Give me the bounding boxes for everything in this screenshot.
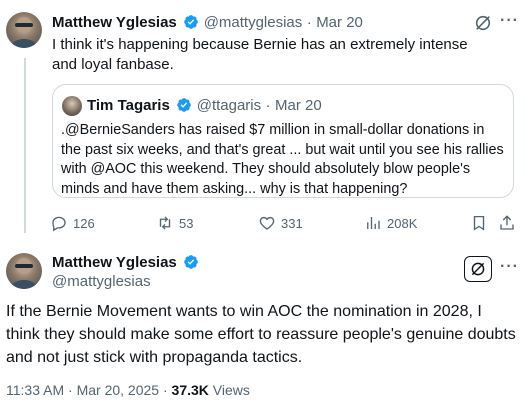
tweet-meta: 11:33 AM · Mar 20, 2025 · 37.3K Views <box>6 382 250 398</box>
author-name[interactable]: Matthew Yglesias <box>52 254 177 271</box>
reply-button[interactable]: 126 <box>50 214 95 232</box>
more-icon[interactable]: ··· <box>500 12 519 30</box>
tweet-text: I think it's happening because Bernie ha… <box>52 36 468 73</box>
author-handle[interactable]: @mattyglesias <box>52 273 151 290</box>
tweet-date[interactable]: Mar 20 <box>275 97 322 114</box>
heart-icon <box>259 216 275 230</box>
like-count: 331 <box>281 215 303 231</box>
tweet-text: If the Bernie Movement wants to win AOC … <box>6 303 516 366</box>
avatar[interactable] <box>6 253 42 289</box>
thread-line <box>24 58 26 233</box>
grok-icon[interactable] <box>474 14 492 32</box>
views-total[interactable]: 37.3K <box>172 382 209 398</box>
bookmark-icon <box>473 215 485 231</box>
repost-button[interactable]: 53 <box>156 214 193 232</box>
share-icon <box>500 215 514 230</box>
more-icon[interactable]: ··· <box>500 258 519 276</box>
tweet-date[interactable]: Mar 20 <box>316 14 363 31</box>
separator: · <box>306 14 312 31</box>
repost-count: 53 <box>179 215 194 231</box>
tweet-header: Matthew Yglesias @mattyglesias · Mar 20 <box>52 14 363 32</box>
action-bar: 126 53 331 208K <box>50 214 516 236</box>
quote-header: Tim Tagaris @ttagaris · Mar 20 <box>87 97 322 115</box>
reply-count: 126 <box>73 215 95 231</box>
separator: · <box>68 382 73 398</box>
like-button[interactable]: 331 <box>258 214 303 232</box>
quote-text: .@BernieSanders has raised $7 million in… <box>61 122 504 197</box>
avatar[interactable] <box>6 12 42 48</box>
separator: · <box>265 97 271 114</box>
views-label: Views <box>212 382 250 398</box>
avatar[interactable] <box>62 96 82 116</box>
tweet-header: Matthew Yglesias <box>52 254 199 272</box>
bookmark-button[interactable] <box>470 214 493 232</box>
reply-icon <box>52 216 66 232</box>
verified-badge-icon <box>184 15 199 29</box>
share-button[interactable] <box>498 214 521 232</box>
analytics-icon <box>367 217 380 229</box>
verified-badge-icon <box>184 255 199 269</box>
author-name[interactable]: Tim Tagaris <box>87 97 170 114</box>
grok-button[interactable] <box>464 256 492 282</box>
grok-icon <box>471 262 485 276</box>
tweet-full-date[interactable]: Mar 20, 2025 <box>77 382 160 398</box>
views-count: 208K <box>387 215 418 231</box>
views-button[interactable]: 208K <box>364 214 417 232</box>
author-handle[interactable]: @mattyglesias <box>204 14 303 31</box>
author-handle[interactable]: @ttagaris <box>197 97 261 114</box>
tweet-time[interactable]: 11:33 AM <box>6 382 64 398</box>
quoted-tweet[interactable]: Tim Tagaris @ttagaris · Mar 20 .@BernieS… <box>52 84 514 198</box>
verified-badge-icon <box>177 98 192 112</box>
separator: · <box>162 382 168 398</box>
repost-icon <box>159 216 171 230</box>
author-name[interactable]: Matthew Yglesias <box>52 14 177 31</box>
